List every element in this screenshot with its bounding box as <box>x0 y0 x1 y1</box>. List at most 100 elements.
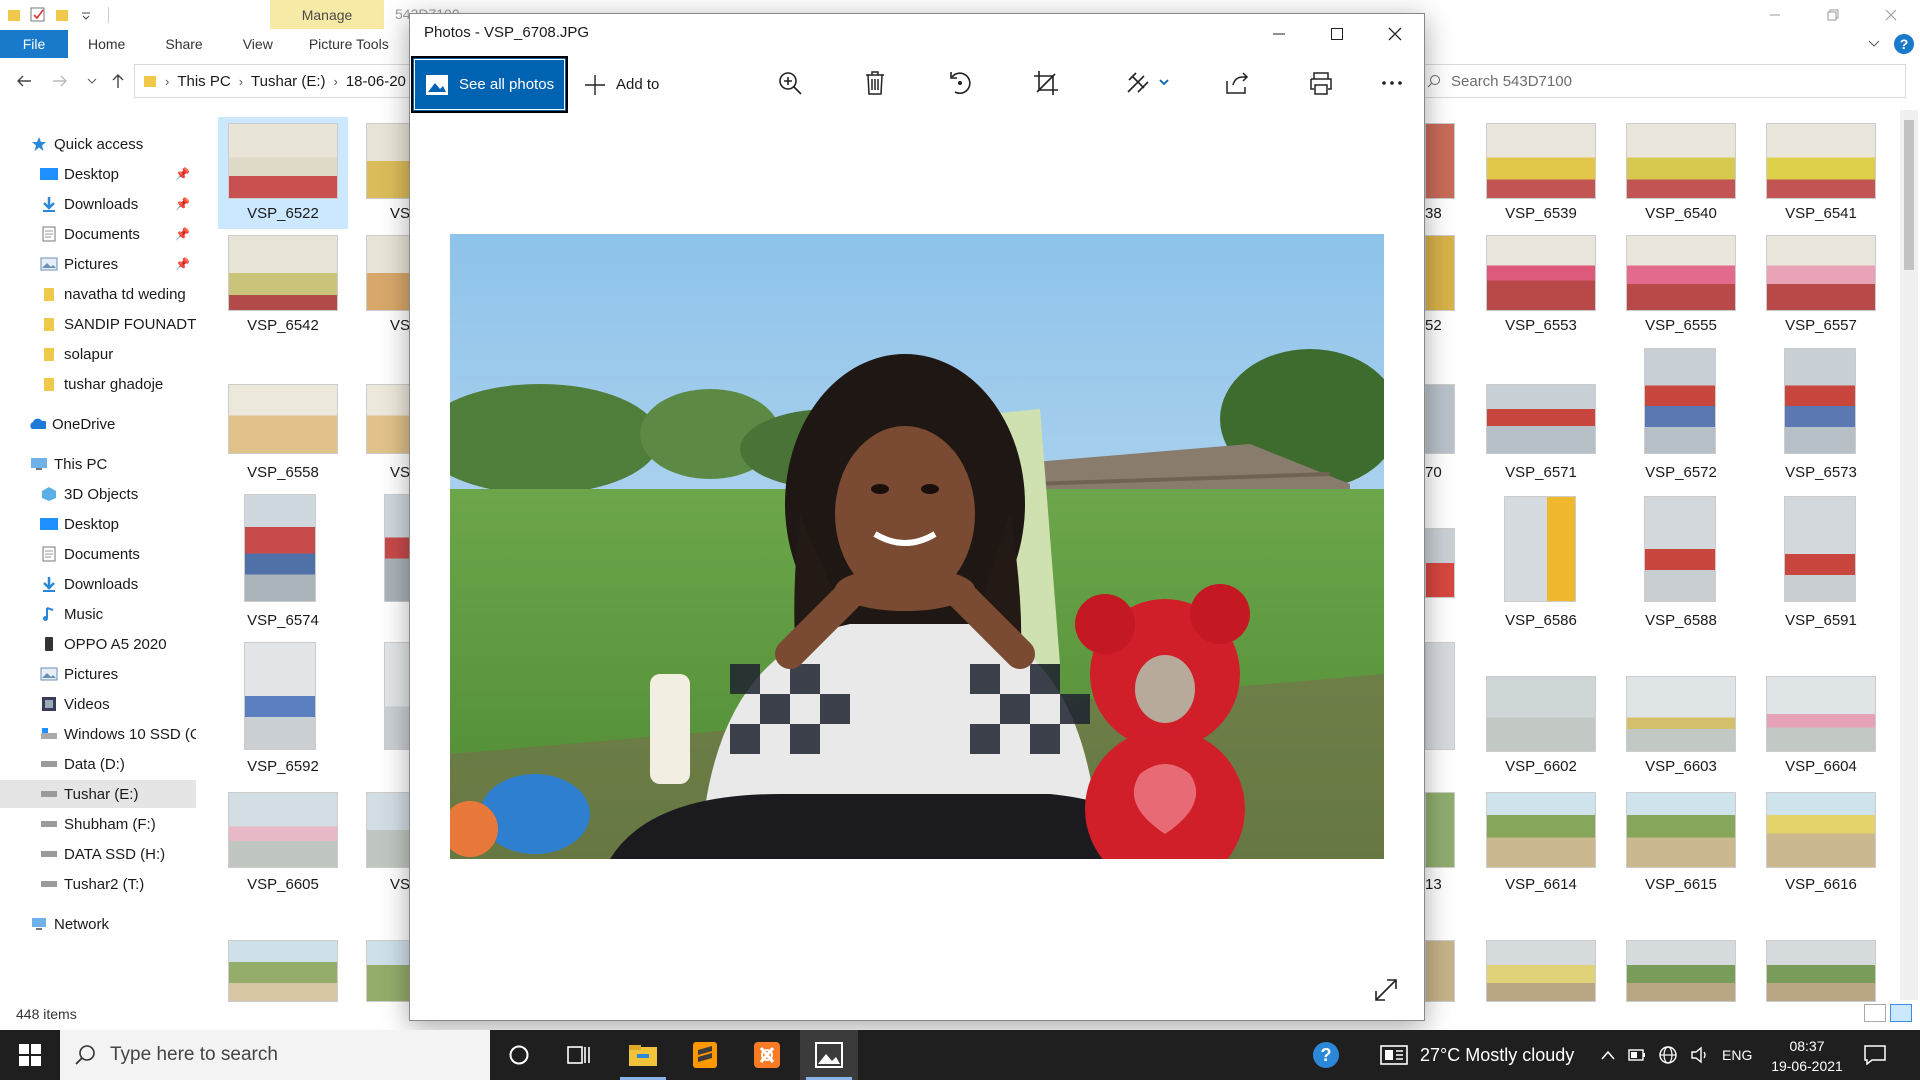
print-icon[interactable] <box>1301 64 1341 102</box>
list-item[interactable]: VSP_6616 <box>1756 786 1886 898</box>
list-item[interactable]: VSP_6588 <box>1616 496 1746 629</box>
more-icon[interactable] <box>1372 64 1412 102</box>
list-item[interactable]: VSP_6586 <box>1476 496 1606 629</box>
list-item[interactable]: 35 <box>1425 492 1455 604</box>
plus-icon <box>584 74 606 96</box>
vertical-scrollbar[interactable] <box>1900 110 1918 1000</box>
list-item[interactable]: VSP_6604 <box>1756 670 1886 782</box>
list-item[interactable]: VSP_6574 <box>218 492 348 629</box>
details-view-icon[interactable] <box>1864 1004 1886 1022</box>
photo-viewer[interactable] <box>450 234 1384 859</box>
thumbnail-image <box>1784 496 1856 602</box>
file-name: VSP_6558 <box>247 464 319 481</box>
list-item[interactable]: 38 <box>1425 117 1455 229</box>
thumbnail-image <box>366 792 410 868</box>
photos-taskbar-icon[interactable] <box>800 1030 858 1080</box>
delete-icon[interactable] <box>855 64 895 102</box>
list-item[interactable]: VS <box>352 640 410 752</box>
list-item[interactable]: VSP_6539 <box>1476 117 1606 229</box>
list-item[interactable]: VSP_6603 <box>1616 670 1746 782</box>
start-button[interactable] <box>0 1030 60 1080</box>
list-item[interactable]: VSP_6573 <box>1756 348 1886 481</box>
cortana-icon[interactable] <box>490 1030 548 1080</box>
see-all-photos-button[interactable]: See all photos <box>411 56 568 113</box>
maximize-icon[interactable] <box>1308 14 1366 54</box>
help-tray-icon[interactable]: ? <box>1312 1041 1340 1069</box>
thumbnail-image <box>1425 235 1455 311</box>
file-explorer-taskbar-icon[interactable] <box>614 1030 672 1080</box>
file-name: VS <box>390 876 410 893</box>
crop-icon[interactable] <box>1026 64 1066 102</box>
chevron-up-icon[interactable] <box>1600 1049 1616 1061</box>
list-item[interactable]: VSP_6592 <box>218 640 348 775</box>
list-item[interactable]: VSP_6571 <box>1476 370 1606 482</box>
file-name: VSP_6616 <box>1785 876 1857 893</box>
file-name: VSP_6540 <box>1645 205 1717 222</box>
thumbnail-image <box>1486 123 1596 199</box>
fullscreen-icon[interactable] <box>1370 974 1402 1006</box>
task-view-icon[interactable] <box>550 1030 608 1080</box>
list-item[interactable]: VSP_6614 <box>1476 786 1606 898</box>
file-name: VSP_6574 <box>247 612 319 629</box>
add-to-button[interactable]: Add to <box>584 56 659 113</box>
rotate-icon[interactable] <box>940 64 980 102</box>
list-item[interactable]: 70 <box>1425 370 1455 482</box>
clock-date: 19-06-2021 <box>1771 1058 1843 1074</box>
thumbnail-image <box>1626 123 1736 199</box>
weather-widget[interactable]: 27°C Mostly cloudy <box>1380 1030 1574 1080</box>
list-item[interactable]: VSP_6541 <box>1756 117 1886 229</box>
list-item[interactable]: VS <box>352 370 410 482</box>
list-item[interactable]: VSP_6558 <box>218 370 348 482</box>
file-name: VSP_6603 <box>1645 758 1717 775</box>
list-item[interactable]: VSP_6557 <box>1756 229 1886 341</box>
list-item[interactable]: VSP_6605 <box>218 786 348 898</box>
list-item[interactable]: 13 <box>1425 786 1455 898</box>
file-name: VSP_6588 <box>1645 612 1717 629</box>
share-icon[interactable] <box>1216 64 1256 102</box>
list-item[interactable]: VSP_6540 <box>1616 117 1746 229</box>
list-item[interactable]: 52 <box>1425 229 1455 341</box>
thumbnail-image <box>1766 235 1876 311</box>
list-item[interactable]: VSP_6555 <box>1616 229 1746 341</box>
thumbnail-image <box>1626 940 1736 1002</box>
scrollbar-thumb[interactable] <box>1904 120 1914 270</box>
thumbnail-image <box>228 123 338 199</box>
list-item[interactable]: VSP_6602 <box>1476 670 1606 782</box>
list-item[interactable]: VS <box>352 492 410 604</box>
minimize-icon[interactable] <box>1250 14 1308 54</box>
thumbnail-image <box>1644 496 1716 602</box>
thumbnail-image <box>1626 676 1736 752</box>
zoom-icon[interactable] <box>770 64 810 102</box>
language-indicator[interactable]: ENG <box>1722 1047 1752 1063</box>
list-item[interactable]: VS <box>352 786 410 898</box>
list-item[interactable]: VSP_6572 <box>1616 348 1746 481</box>
thumbnail-image <box>244 494 316 602</box>
list-item[interactable]: 00 <box>1425 640 1455 752</box>
clock[interactable]: 08:37 19-06-2021 <box>1764 1036 1850 1076</box>
list-item[interactable]: VS <box>352 117 410 229</box>
thumbnail-image <box>1425 384 1455 454</box>
globe-network-icon[interactable] <box>1658 1045 1678 1065</box>
list-item[interactable]: VSP_6522 <box>218 117 348 229</box>
edit-icon[interactable] <box>1120 64 1176 102</box>
battery-icon[interactable] <box>1628 1049 1646 1061</box>
list-item[interactable]: VSP_6615 <box>1616 786 1746 898</box>
list-item[interactable]: VS <box>352 229 410 341</box>
list-item[interactable]: VSP_6542 <box>218 229 348 341</box>
list-item[interactable]: VSP_6591 <box>1756 496 1886 629</box>
file-name: VSP_6572 <box>1645 464 1717 481</box>
svg-text:?: ? <box>1321 1045 1332 1065</box>
thumbnail-image <box>1766 123 1876 199</box>
xampp-icon[interactable] <box>738 1030 796 1080</box>
file-name: VS <box>390 317 410 334</box>
list-item[interactable]: VSP_6553 <box>1476 229 1606 341</box>
volume-icon[interactable] <box>1690 1046 1710 1064</box>
sublime-text-icon[interactable] <box>676 1030 734 1080</box>
action-center-icon[interactable] <box>1864 1030 1886 1080</box>
thumbnail-image <box>1504 496 1576 602</box>
close-icon[interactable] <box>1366 14 1424 54</box>
thumbnail-image <box>228 235 338 311</box>
large-icons-view-icon[interactable] <box>1890 1004 1912 1022</box>
file-name: VSP_6602 <box>1505 758 1577 775</box>
taskbar-search-input[interactable]: Type here to search <box>60 1030 490 1080</box>
